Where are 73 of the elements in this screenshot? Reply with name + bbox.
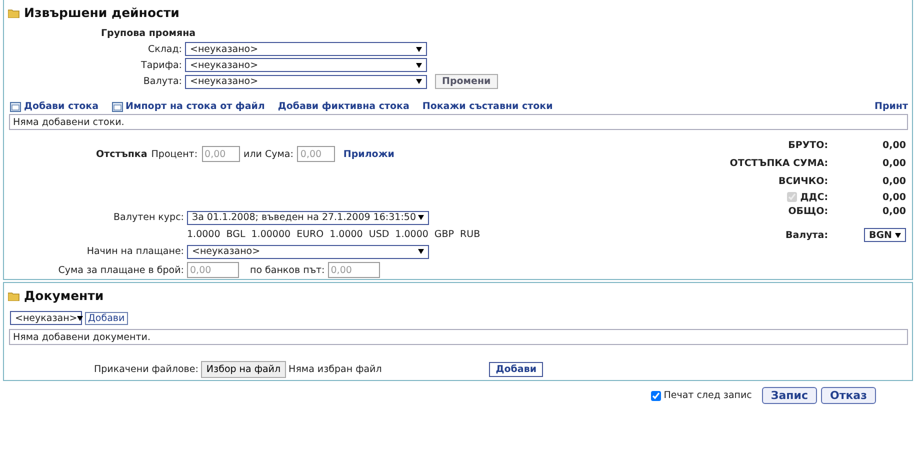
field-label: Начин на плащане: [86, 246, 184, 257]
currency-dropdown[interactable]: BGN [864, 228, 906, 242]
field-label: Валутен курс: [112, 212, 184, 223]
caret-icon [418, 215, 424, 220]
dropdown[interactable]: <неуказано> [185, 58, 427, 72]
total-label: БРУТО: [788, 140, 828, 150]
apply-button[interactable]: Промени [435, 74, 498, 89]
total-value: 0,00 [882, 206, 906, 216]
rate-text: RUB [460, 229, 480, 240]
total-label: ОТСТЪПКА СУМА: [730, 158, 828, 168]
total-value: 0,00 [882, 176, 906, 186]
sum-field[interactable]: 0,00 [297, 146, 336, 162]
rate-text: 1.0000 [187, 229, 220, 240]
dropdown[interactable]: <неуказано> [185, 74, 427, 88]
total-label: ДДС: [800, 192, 828, 202]
empty-message: Няма добавени документи. [13, 332, 150, 343]
section-title: Документи [24, 288, 104, 303]
rate-text: USD [368, 229, 390, 240]
rate-text: EURO [296, 229, 324, 240]
currency-label: Валута: [785, 230, 828, 240]
form-button[interactable]: Отказ [820, 387, 876, 404]
rate-text: 1.0000 [395, 229, 428, 240]
caret-icon [895, 232, 901, 238]
field-label: Валута: [142, 76, 182, 87]
caret-icon [416, 46, 422, 52]
rate-text: 1.00000 [251, 229, 291, 240]
field-label: Склад: [146, 44, 182, 54]
rate-text: BGL [226, 229, 246, 240]
apply-link[interactable]: Приложи [343, 148, 394, 160]
folder-icon [8, 8, 20, 18]
link[interactable]: Добави фиктивна стока [278, 101, 410, 112]
checkbox-label: Печат след запис [664, 390, 752, 401]
discount-label: Отстъпка [96, 148, 148, 160]
attach-label: Прикачени файлове: [94, 364, 198, 375]
window-icon [112, 102, 123, 112]
caret-icon [416, 62, 422, 68]
field-label: Тарифа: [140, 60, 182, 70]
empty-message: Няма добавени стоки. [13, 117, 124, 128]
field-label: Сума за плащане в брой: [57, 264, 184, 276]
total-value: 0,00 [882, 192, 906, 202]
total-label: ОБЩО: [788, 206, 828, 216]
file-status: Няма избран файл [288, 364, 382, 375]
caret-icon [416, 79, 422, 84]
dropdown[interactable]: <неуказано> [185, 42, 427, 56]
upload-button[interactable]: Добави [488, 362, 544, 377]
rate-text: 1.0000 [330, 229, 363, 240]
add-button[interactable]: Добави [85, 312, 128, 324]
total-value: 0,00 [882, 158, 906, 168]
window-icon [10, 102, 21, 112]
percent-label: Процент: [151, 148, 198, 160]
rate-text: GBP [434, 229, 454, 240]
folder-icon [8, 290, 20, 300]
group-change-title: Групова промяна [101, 28, 197, 39]
document-type-dropdown[interactable]: <неуказан> [10, 311, 82, 325]
caret-icon [418, 249, 424, 254]
field-label: по банков път: [250, 264, 325, 276]
percent-field[interactable]: 0,00 [202, 146, 240, 162]
dropdown[interactable]: <неуказано> [187, 244, 429, 258]
total-label: ВСИЧКО: [778, 176, 828, 186]
bank-field[interactable]: 0,00 [328, 262, 380, 278]
cash-field[interactable]: 0,00 [187, 262, 239, 278]
section-title: Извършени дейности [24, 5, 180, 20]
print-checkbox[interactable] [650, 390, 661, 400]
total-value: 0,00 [882, 140, 906, 150]
icon-link[interactable]: Добави стока [10, 101, 99, 112]
dropdown[interactable]: За 01.1.2008; въведен на 27.1.2009 16:31:50 [187, 210, 429, 224]
print-link[interactable]: Принт [874, 101, 908, 112]
form-button[interactable]: Запис [762, 387, 817, 404]
icon-link[interactable]: Импорт на стока от файл [112, 101, 265, 112]
link[interactable]: Покажи съставни стоки [422, 101, 553, 112]
choose-file-button[interactable]: Избор на файл [201, 361, 286, 378]
sum-label: или Сума: [244, 148, 294, 160]
caret-icon [77, 316, 84, 320]
